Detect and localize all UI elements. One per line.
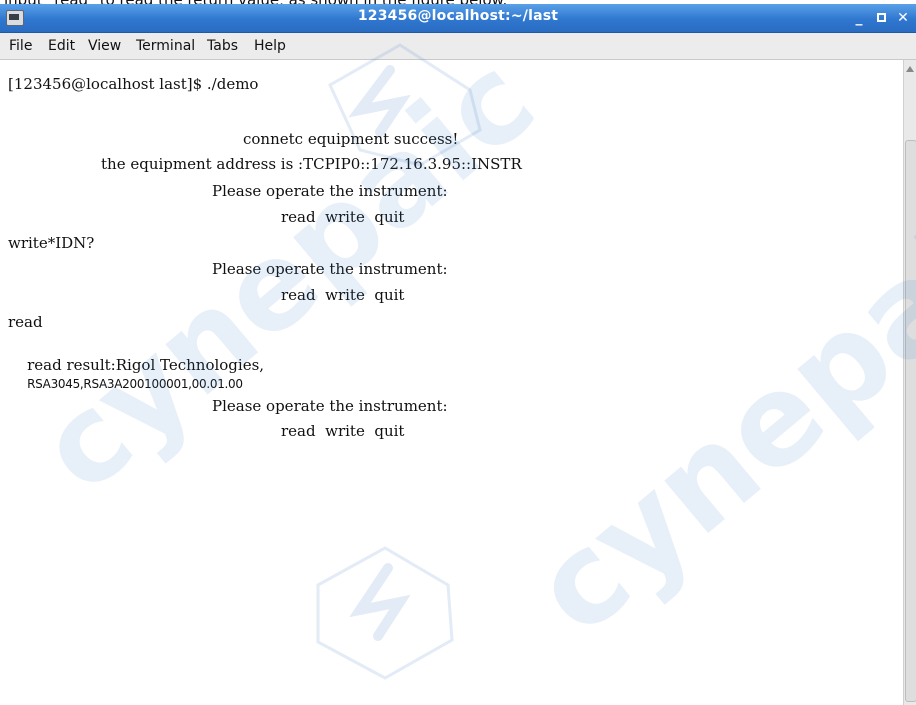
menu-help[interactable]: Help xyxy=(254,38,286,54)
terminal-line: read write quit xyxy=(281,422,405,440)
minimize-icon: _ xyxy=(855,10,863,26)
terminal-line: read write quit xyxy=(281,208,405,226)
terminal-line: Please operate the instrument: xyxy=(212,397,448,415)
close-button[interactable]: ✕ xyxy=(894,9,912,27)
terminal-line: write*IDN? xyxy=(8,234,95,252)
minimize-button[interactable]: _ xyxy=(850,9,868,27)
menu-bar: File Edit View Terminal Tabs Help xyxy=(0,33,916,60)
terminal-line: Please operate the instrument: xyxy=(212,182,448,200)
terminal-output[interactable]: [123456@localhost last]$ ./demo connetc … xyxy=(0,60,903,705)
terminal-line: [123456@localhost last]$ ./demo xyxy=(8,75,259,93)
maximize-icon xyxy=(876,13,886,22)
read-result-value: RSA3045,RSA3A200100001,00.01.00 xyxy=(27,377,243,391)
maximize-button[interactable] xyxy=(872,9,890,27)
terminal-line: read write quit xyxy=(281,286,405,304)
menu-edit[interactable]: Edit xyxy=(48,38,75,54)
scroll-up-arrow-icon[interactable] xyxy=(906,66,914,72)
window-title: 123456@localhost:~/last xyxy=(357,8,559,24)
terminal-line: Please operate the instrument: xyxy=(212,260,448,278)
menu-tabs[interactable]: Tabs xyxy=(207,38,238,54)
scrollbar-thumb[interactable] xyxy=(905,140,916,702)
menu-view[interactable]: View xyxy=(88,38,121,54)
read-result-label: read result:Rigol Technologies, xyxy=(27,356,265,374)
menu-file[interactable]: File xyxy=(9,38,32,54)
terminal-line: read xyxy=(8,313,43,331)
window-titlebar[interactable]: 123456@localhost:~/last _ ✕ xyxy=(0,4,916,33)
vertical-scrollbar[interactable] xyxy=(903,60,916,705)
terminal-line: connetc equipment success! xyxy=(243,130,459,148)
close-icon: ✕ xyxy=(897,10,909,26)
menu-terminal[interactable]: Terminal xyxy=(136,38,195,54)
terminal-line: the equipment address is :TCPIP0::172.16… xyxy=(101,155,522,173)
